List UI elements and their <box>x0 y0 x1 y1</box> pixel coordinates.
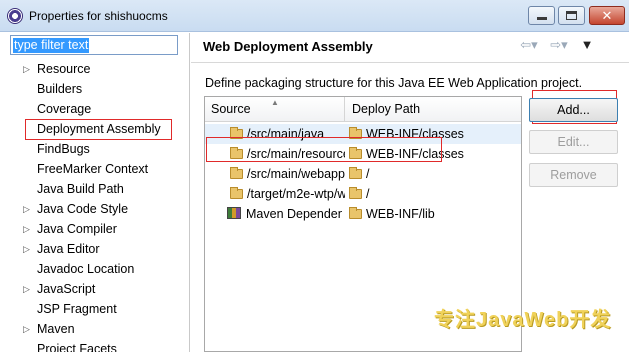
expand-arrow-icon[interactable]: ▷ <box>23 279 30 299</box>
tree-item-label: Java Code Style <box>37 202 129 216</box>
source-text: /src/main/webapp <box>247 167 345 181</box>
separator <box>191 62 629 63</box>
tree-item-label: Builders <box>37 82 83 96</box>
deploy-path-text: WEB-INF/lib <box>366 207 435 221</box>
highlight-box-selected-item <box>25 119 172 140</box>
remove-button[interactable]: Remove <box>529 163 618 187</box>
tree-item-maven[interactable]: ▷ Maven <box>0 319 190 339</box>
tree-item-label: Java Compiler <box>37 222 117 236</box>
tree-item-label: FindBugs <box>37 142 90 156</box>
column-header-deploy-path[interactable]: Deploy Path <box>346 97 521 122</box>
tree-item-label: Coverage <box>37 102 92 116</box>
tree-item-project-facets[interactable]: Project Facets <box>0 339 190 352</box>
tree-item-javascript[interactable]: ▷ JavaScript <box>0 279 190 299</box>
tree-item-coverage[interactable]: Coverage <box>0 99 190 119</box>
column-header-source[interactable]: Source ▲ <box>205 97 345 122</box>
forward-icon[interactable]: ⇨▾ <box>549 37 569 53</box>
tree-item-label: Maven <box>37 322 75 336</box>
library-icon <box>227 207 241 219</box>
folder-icon <box>349 207 362 219</box>
tree-item-builders[interactable]: Builders <box>0 79 190 99</box>
view-menu-icon[interactable]: ▼ <box>577 37 597 53</box>
deploy-path-text: / <box>366 167 370 181</box>
tree-item-label: Resource <box>37 62 91 76</box>
minimize-button[interactable] <box>528 6 555 25</box>
tree-item-deployment-assembly[interactable]: Deployment Assembly <box>0 119 190 140</box>
tree-item-java-compiler[interactable]: ▷ Java Compiler <box>0 219 190 239</box>
add-button[interactable]: Add... <box>529 98 618 122</box>
tree-item-label: Project Facets <box>37 342 117 352</box>
page-title: Web Deployment Assembly <box>203 39 373 54</box>
category-tree: ▷ Resource Builders Coverage Deployment Asse… <box>0 59 190 352</box>
expand-arrow-icon[interactable]: ▷ <box>23 199 30 219</box>
deploy-path-cell: WEB-INF/lib <box>349 204 519 224</box>
deploy-path-cell: / <box>349 164 519 184</box>
sort-ascending-icon: ▲ <box>271 98 279 107</box>
highlight-box-maven-row <box>206 137 442 162</box>
watermark: 专注JavaWeb开发 <box>434 309 612 331</box>
source-cell: /src/main/webapp <box>230 164 345 184</box>
close-button[interactable]: ✕ <box>589 6 625 25</box>
properties-page: Web Deployment Assembly ⇦▾ ⇨▾ ▼ Define p… <box>191 33 629 352</box>
source-cell: /target/m2e-wtp/web-resources <box>230 184 345 204</box>
maximize-icon <box>566 11 577 20</box>
tree-item-jsp-fragment[interactable]: JSP Fragment <box>0 299 190 319</box>
tree-item-freemarker-context[interactable]: FreeMarker Context <box>0 159 190 179</box>
expand-arrow-icon[interactable]: ▷ <box>23 59 30 79</box>
deploy-path-cell: / <box>349 184 519 204</box>
expand-arrow-icon[interactable]: ▷ <box>23 219 30 239</box>
tree-item-java-code-style[interactable]: ▷ Java Code Style <box>0 199 190 219</box>
column-header-source-label: Source <box>211 102 251 116</box>
folder-icon <box>230 187 243 199</box>
source-text: /target/m2e-wtp/web-resources <box>247 187 345 201</box>
table-header: Source ▲ Deploy Path <box>205 97 521 122</box>
folder-icon <box>349 167 362 179</box>
filter-text: type filter text <box>13 38 90 53</box>
folder-icon <box>230 167 243 179</box>
deploy-path-text: / <box>366 187 370 201</box>
tree-item-javadoc-location[interactable]: Javadoc Location <box>0 259 190 279</box>
tree-item-java-build-path[interactable]: Java Build Path <box>0 179 190 199</box>
page-navigation: ⇦▾ ⇨▾ ▼ <box>519 37 597 53</box>
tree-item-java-editor[interactable]: ▷ Java Editor <box>0 239 190 259</box>
minimize-icon <box>536 17 547 20</box>
table-row[interactable]: Maven Dependencies WEB-INF/lib <box>205 204 521 224</box>
tree-item-label: Java Build Path <box>37 182 124 196</box>
filter-input[interactable]: type filter text <box>10 35 178 55</box>
eclipse-icon <box>7 8 23 24</box>
category-pane: type filter text ▷ Resource Builders Covera… <box>0 33 190 352</box>
title-bar: Properties for shishuocms ✕ <box>0 0 629 32</box>
tree-item-label: Javadoc Location <box>37 262 135 276</box>
source-cell: Maven Dependencies <box>227 204 342 224</box>
tree-item-findbugs[interactable]: FindBugs <box>0 139 190 159</box>
window-title: Properties for shishuocms <box>29 9 168 23</box>
tree-item-label: JavaScript <box>37 282 96 296</box>
back-icon[interactable]: ⇦▾ <box>519 37 539 53</box>
page-description: Define packaging structure for this Java… <box>205 76 583 90</box>
source-text: Maven Dependencies <box>246 207 342 221</box>
edit-button[interactable]: Edit... <box>529 130 618 154</box>
table-row[interactable]: /src/main/webapp / <box>205 164 521 184</box>
tree-item-label: Java Editor <box>37 242 100 256</box>
maximize-button[interactable] <box>558 6 585 25</box>
tree-item-resource[interactable]: ▷ Resource <box>0 59 190 79</box>
tree-item-label: JSP Fragment <box>37 302 117 316</box>
table-row[interactable]: /target/m2e-wtp/web-resources / <box>205 184 521 204</box>
tree-item-label: FreeMarker Context <box>37 162 149 176</box>
folder-icon <box>349 187 362 199</box>
expand-arrow-icon[interactable]: ▷ <box>23 239 30 259</box>
expand-arrow-icon[interactable]: ▷ <box>23 319 30 339</box>
